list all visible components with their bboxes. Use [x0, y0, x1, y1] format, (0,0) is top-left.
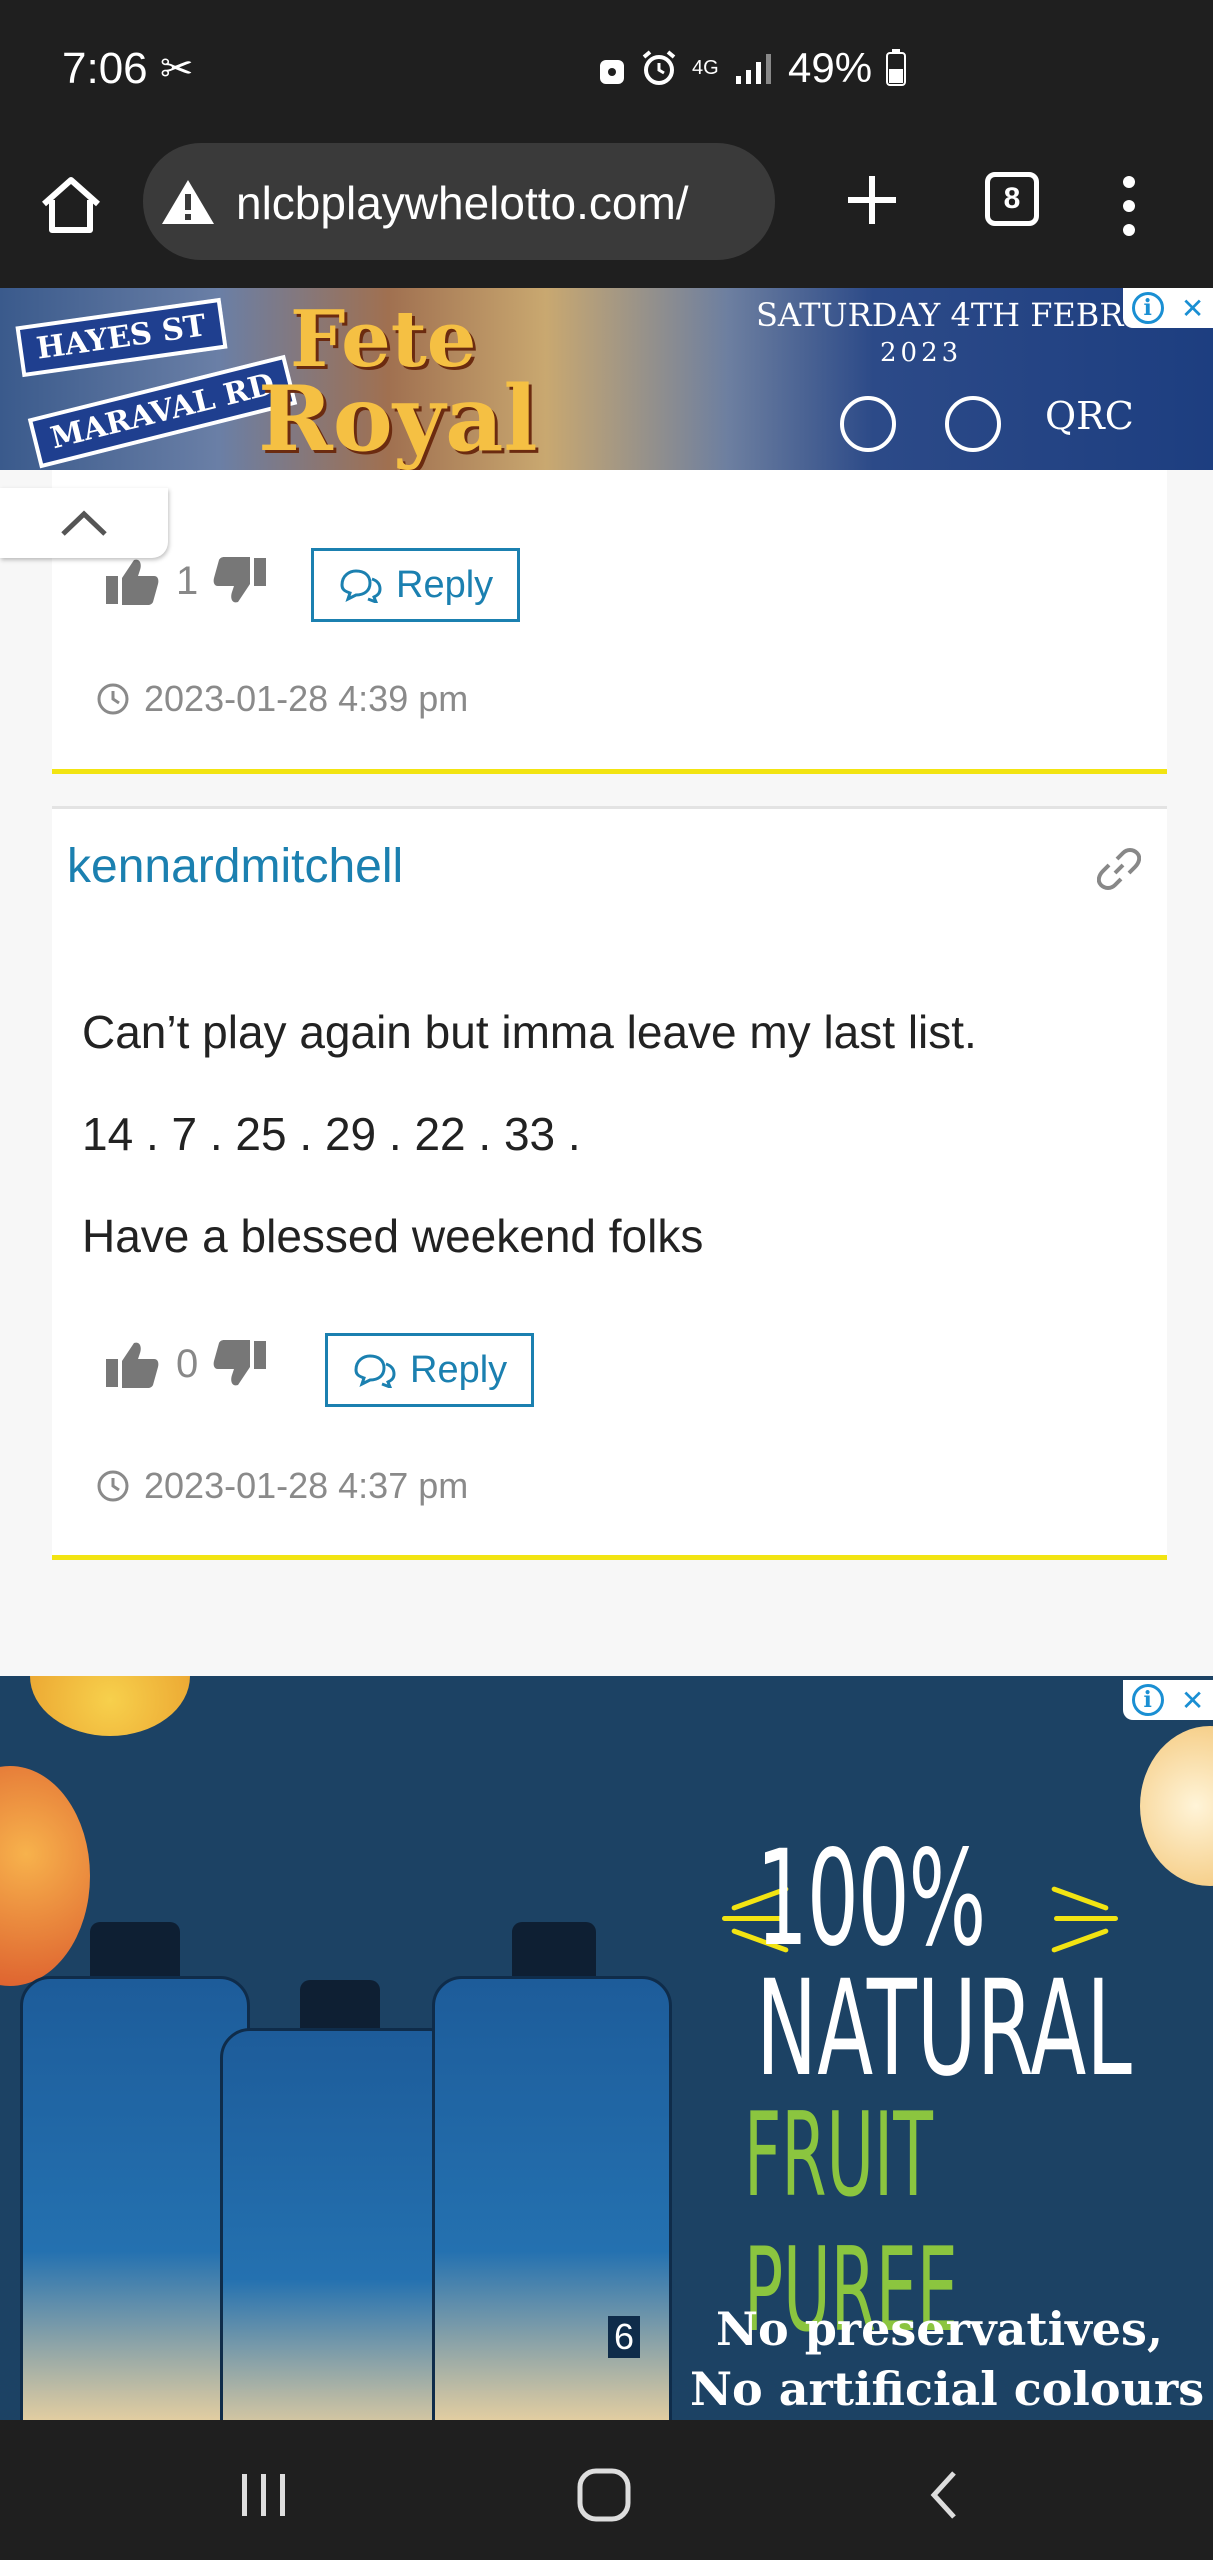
comment-card: kennardmitchell Can’t play again but imm… — [52, 806, 1167, 1560]
ad-ray — [1054, 1916, 1118, 1921]
vpn-lock-icon — [600, 60, 624, 84]
ad-subline-1: No preservatives, — [716, 2302, 1163, 2356]
clock-icon — [97, 683, 129, 715]
like-count: 0 — [176, 1341, 199, 1386]
ad-info-icon[interactable]: i — [1131, 292, 1164, 324]
vote-row: 0 — [104, 1339, 268, 1389]
not-secure-warning-icon[interactable] — [160, 177, 216, 227]
chevron-up-icon — [61, 510, 107, 536]
status-icons: 4G 49% — [598, 44, 907, 92]
ad-pouch-apple — [220, 2028, 460, 2420]
ad-close-icon[interactable]: ✕ — [1181, 292, 1204, 325]
recent-apps-icon[interactable] — [224, 2460, 304, 2530]
battery-percent: 49% — [788, 44, 873, 91]
new-tab-plus-icon[interactable] — [842, 170, 902, 230]
reply-button[interactable]: Reply — [311, 548, 521, 622]
ad-fruit-apple — [1140, 1726, 1213, 1886]
tools-icon: ✂ — [160, 46, 194, 92]
clock-icon — [97, 1470, 129, 1502]
like-count: 1 — [176, 558, 199, 603]
scroll-to-top-button[interactable] — [0, 488, 168, 558]
system-navigation-bar — [0, 2420, 1213, 2560]
ad-pouch-cap — [512, 1922, 596, 1980]
tab-switcher-button[interactable]: 8 — [985, 172, 1039, 226]
ad-pack-count: 6 — [608, 2316, 641, 2358]
ad-choices-controls[interactable]: i ✕ — [1123, 1680, 1213, 1720]
signal-icon — [736, 54, 771, 84]
ad-title-line-2: Royal — [258, 366, 538, 470]
battery-icon — [886, 49, 907, 86]
ad-choices-controls[interactable]: i ✕ — [1123, 288, 1213, 328]
ad-ray — [1050, 1885, 1110, 1912]
home-nav-icon[interactable] — [564, 2460, 644, 2530]
url-text[interactable]: nlcbplaywhelotto.com/ — [236, 176, 756, 230]
reply-chat-icon — [354, 1354, 396, 1388]
ad-ray — [1050, 1927, 1110, 1954]
reply-label: Reply — [396, 563, 494, 606]
ad-pouch-banana — [20, 1976, 250, 2420]
vote-row: 1 — [104, 556, 268, 606]
timestamp-text: 2023-01-28 4:37 pm — [144, 1465, 469, 1506]
comment-text-line: Have a blessed weekend folks — [82, 1210, 704, 1262]
status-bar: 7:06 ✂ 4G 49% — [0, 0, 1213, 140]
comment-timestamp: 2023-01-28 4:37 pm — [96, 1465, 468, 1507]
ad-fruit-peach — [0, 1766, 90, 1986]
bottom-display-ad[interactable]: 6 100% NATURAL FRUIT PUREE No preservati… — [0, 1676, 1213, 2420]
ad-pouch-cap — [90, 1922, 180, 1982]
reply-label: Reply — [410, 1348, 508, 1391]
back-nav-icon[interactable] — [904, 2460, 984, 2530]
thumbs-down-icon[interactable] — [212, 556, 268, 606]
ad-headline-natural: NATURAL — [756, 1952, 1132, 2106]
comment-timestamp: 2023-01-28 4:39 pm — [96, 678, 468, 720]
ad-fruit-top — [30, 1676, 190, 1736]
ad-year: 2023 — [880, 338, 963, 368]
ad-sponsor-logo-3: QRC — [1045, 394, 1134, 438]
ad-subline-2: No artificial colours — [690, 2362, 1205, 2416]
network-type-icon: 4G — [692, 57, 719, 79]
thumbs-up-icon[interactable] — [104, 556, 160, 606]
reply-button[interactable]: Reply — [325, 1333, 535, 1407]
permalink-icon[interactable] — [1097, 847, 1141, 891]
thumbs-up-icon[interactable] — [104, 1339, 160, 1389]
ad-sponsor-logo-1 — [840, 396, 896, 452]
comment-text-line: Can’t play again but imma leave my last … — [82, 1006, 977, 1058]
comment-author-link[interactable]: kennardmitchell — [67, 839, 403, 894]
alarm-icon — [642, 50, 676, 85]
ad-info-icon[interactable]: i — [1131, 1684, 1164, 1716]
thumbs-down-icon[interactable] — [212, 1339, 268, 1389]
home-icon[interactable] — [36, 170, 106, 240]
ad-date: SATURDAY 4TH FEBRUA — [756, 296, 1173, 334]
ad-close-icon[interactable]: ✕ — [1181, 1684, 1204, 1717]
timestamp-text: 2023-01-28 4:39 pm — [144, 678, 469, 719]
top-banner-ad[interactable]: HAYES ST MARAVAL RD Fete Royal SATURDAY … — [0, 288, 1213, 470]
ad-street-sign-1: HAYES ST — [15, 297, 228, 378]
browser-toolbar: nlcbplaywhelotto.com/ 8 — [0, 140, 1213, 288]
ad-street-sign-2: MARAVAL RD — [27, 354, 298, 469]
comment-card: 1 Reply 2023-01-28 4:39 pm — [52, 470, 1167, 774]
more-menu-icon[interactable] — [1112, 176, 1146, 236]
ad-sponsor-logo-2 — [945, 396, 1001, 452]
comment-text-line: 14 . 7 . 25 . 29 . 22 . 33 . — [82, 1108, 581, 1160]
reply-chat-icon — [340, 569, 382, 603]
status-time: 7:06 — [62, 44, 148, 93]
